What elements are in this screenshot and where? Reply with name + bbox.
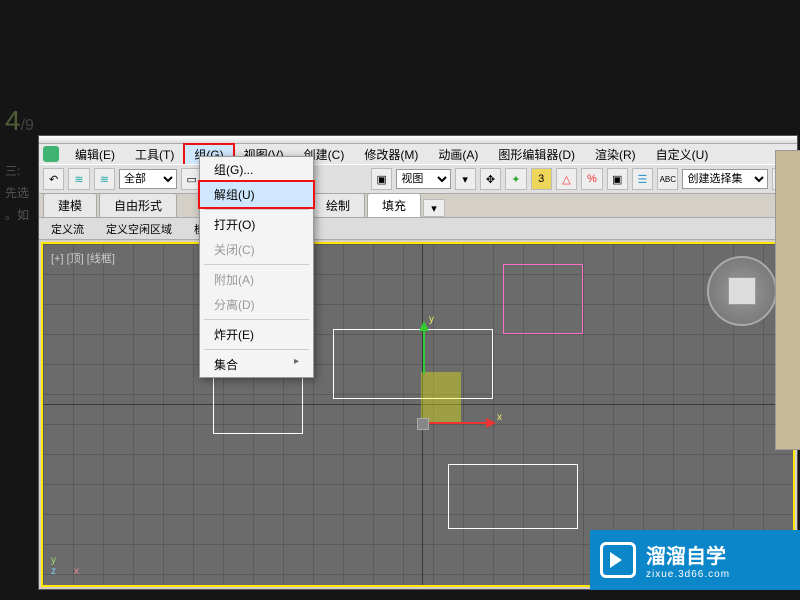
ribbon-tabs: 建模 自由形式 绘制 填充 ▾ [39,194,797,218]
shape-rect-2[interactable] [213,374,303,434]
tab-modeling[interactable]: 建模 [43,193,97,217]
menu-item-group[interactable]: 组(G)... [200,157,313,182]
tab-draw[interactable]: 绘制 [311,193,365,217]
menu-item-close: 关闭(C) [200,237,313,262]
undo-button[interactable]: ↶ [43,168,64,190]
viewcube-face[interactable] [728,277,756,305]
main-toolbar: ↶ ≋ ≋ 全部 ▭ ▦ ▣ 视图 ▾ ✥ ✦ 3 △ % ▣ ☰ ABC 创建… [39,164,797,194]
app-window: 编辑(E) 工具(T) 组(G) 视图(V) 创建(C) 修改器(M) 动画(A… [38,135,798,590]
gizmo-handle[interactable] [421,372,461,424]
window-crossing-button[interactable]: ▣ [371,168,392,190]
menu-modifier[interactable]: 修改器(M) [354,144,428,165]
ribbon-subbar: 定义流 定义空闲区域 模拟 [39,218,797,240]
shape-pink-rect[interactable] [503,264,583,334]
menu-tools[interactable]: 工具(T) [125,144,184,165]
world-axis-icon: y zx [51,555,79,577]
selection-set-dropdown[interactable]: 创建选择集 [682,169,767,189]
menu-grapheditor[interactable]: 图形编辑器(D) [488,144,585,165]
unlink-button[interactable]: ≋ [94,168,115,190]
filter-dropdown[interactable]: 全部 [119,169,177,189]
command-panel[interactable] [775,150,800,450]
coord-dropdown[interactable]: 视图 [396,169,450,189]
menu-separator [204,319,309,320]
link-button[interactable]: ≋ [68,168,89,190]
transform-gizmo[interactable]: y x [423,374,483,434]
menu-custom[interactable]: 自定义(U) [646,144,719,165]
menu-separator [204,209,309,210]
gizmo-y-axis[interactable] [423,324,425,374]
menu-item-assembly[interactable]: 集合 [200,352,313,377]
menu-item-ungroup[interactable]: 解组(U) [199,181,314,208]
percent-snap-button[interactable]: % [581,168,602,190]
pivot-button[interactable]: ✦ [505,168,526,190]
watermark: 溜溜自学 zixue.3d66.com [590,530,800,590]
sub-defineidle[interactable]: 定义空闲区域 [98,219,180,239]
tab-freeform[interactable]: 自由形式 [99,193,177,217]
app-icon[interactable] [43,146,59,162]
watermark-url: zixue.3d66.com [646,569,730,580]
gizmo-origin[interactable] [417,418,429,430]
gizmo-x-axis[interactable] [423,422,493,424]
gizmo-y-label: y [429,314,434,325]
abc-button[interactable]: ABC [657,168,678,190]
menu-separator [204,349,309,350]
menu-separator [204,264,309,265]
viewport-label[interactable]: [+] [顶] [线框] [51,250,115,266]
play-icon [600,542,636,578]
select-move-button[interactable]: ✥ [480,168,501,190]
menu-render[interactable]: 渲染(R) [585,144,646,165]
shape-rect-3[interactable] [448,464,578,529]
menubar: 编辑(E) 工具(T) 组(G) 视图(V) 创建(C) 修改器(M) 动画(A… [39,144,797,164]
menu-item-open[interactable]: 打开(O) [200,212,313,237]
angle-snap-button[interactable]: △ [556,168,577,190]
group-dropdown-menu: 组(G)... 解组(U) 打开(O) 关闭(C) 附加(A) 分离(D) 炸开… [199,156,314,378]
sub-defineflow[interactable]: 定义流 [43,219,92,239]
menu-item-attach: 附加(A) [200,267,313,292]
menu-item-detach: 分离(D) [200,292,313,317]
gizmo-x-label: x [497,412,502,423]
snap-button[interactable]: 3 [531,168,552,190]
viewcube[interactable] [707,256,777,326]
spinner-snap-button[interactable]: ▣ [607,168,628,190]
watermark-title: 溜溜自学 [646,540,730,569]
menu-item-explode[interactable]: 炸开(E) [200,322,313,347]
ribbon-min-button[interactable]: ▾ [423,199,445,217]
named-sel-button[interactable]: ☰ [632,168,653,190]
tool1-button[interactable]: ▾ [455,168,476,190]
menu-animation[interactable]: 动画(A) [428,144,488,165]
menu-edit[interactable]: 编辑(E) [65,144,125,165]
tab-fill[interactable]: 填充 [367,193,421,217]
